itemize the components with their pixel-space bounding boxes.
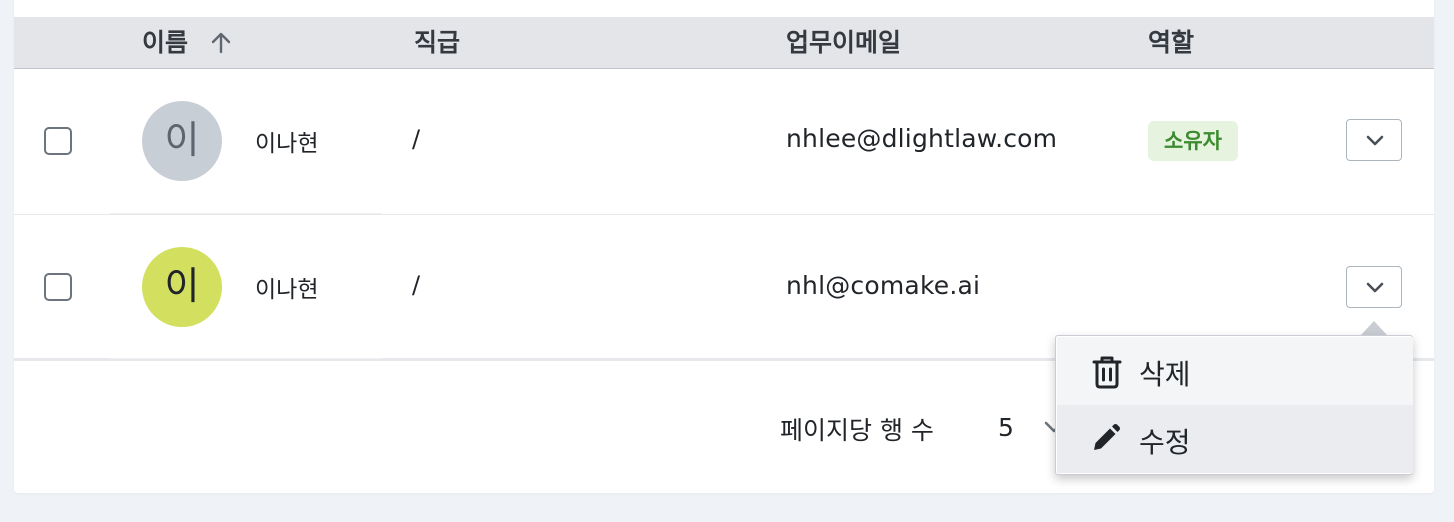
member-email: nhlee@dlightlaw.com <box>786 124 1058 153</box>
chevron-down-icon <box>1366 135 1384 146</box>
member-title: / <box>412 125 421 153</box>
column-header-email: 업무이메일 <box>786 28 902 57</box>
table-row: 이 이나현 / nhlee@dlightlaw.com 소유자 <box>14 69 1434 215</box>
table-header: 이름 직급 업무이메일 역할 <box>14 17 1434 69</box>
avatar: 이 <box>142 101 222 181</box>
column-header-role: 역할 <box>1148 28 1195 57</box>
trash-icon <box>1092 356 1122 389</box>
member-title: / <box>412 271 421 299</box>
arrow-up-icon[interactable] <box>208 30 234 56</box>
row-actions-menu: 삭제 수정 <box>1055 335 1413 475</box>
chevron-down-icon <box>1366 282 1384 293</box>
column-header-title: 직급 <box>414 28 461 57</box>
row-actions-button[interactable] <box>1346 266 1402 308</box>
menu-item-edit[interactable]: 수정 <box>1057 405 1413 473</box>
menu-item-label: 삭제 <box>1139 358 1191 391</box>
rows-per-page-label: 페이지당 행 수 <box>780 416 934 445</box>
pencil-icon <box>1094 424 1120 450</box>
cell-divider <box>110 358 382 359</box>
member-name: 이나현 <box>255 131 319 157</box>
member-name: 이나현 <box>255 277 319 303</box>
row-actions-button[interactable] <box>1346 119 1402 161</box>
column-header-name[interactable]: 이름 <box>142 17 188 68</box>
member-email: nhl@comake.ai <box>786 271 981 300</box>
role-badge: 소유자 <box>1148 121 1238 161</box>
menu-item-label: 수정 <box>1139 426 1191 459</box>
menu-arrow <box>1361 321 1387 335</box>
rows-per-page-select[interactable]: 5 <box>998 413 1014 442</box>
avatar: 이 <box>142 247 222 327</box>
menu-item-delete[interactable]: 삭제 <box>1057 337 1413 405</box>
row-checkbox[interactable] <box>44 127 72 155</box>
cell-divider <box>110 213 382 214</box>
row-checkbox[interactable] <box>44 273 72 301</box>
